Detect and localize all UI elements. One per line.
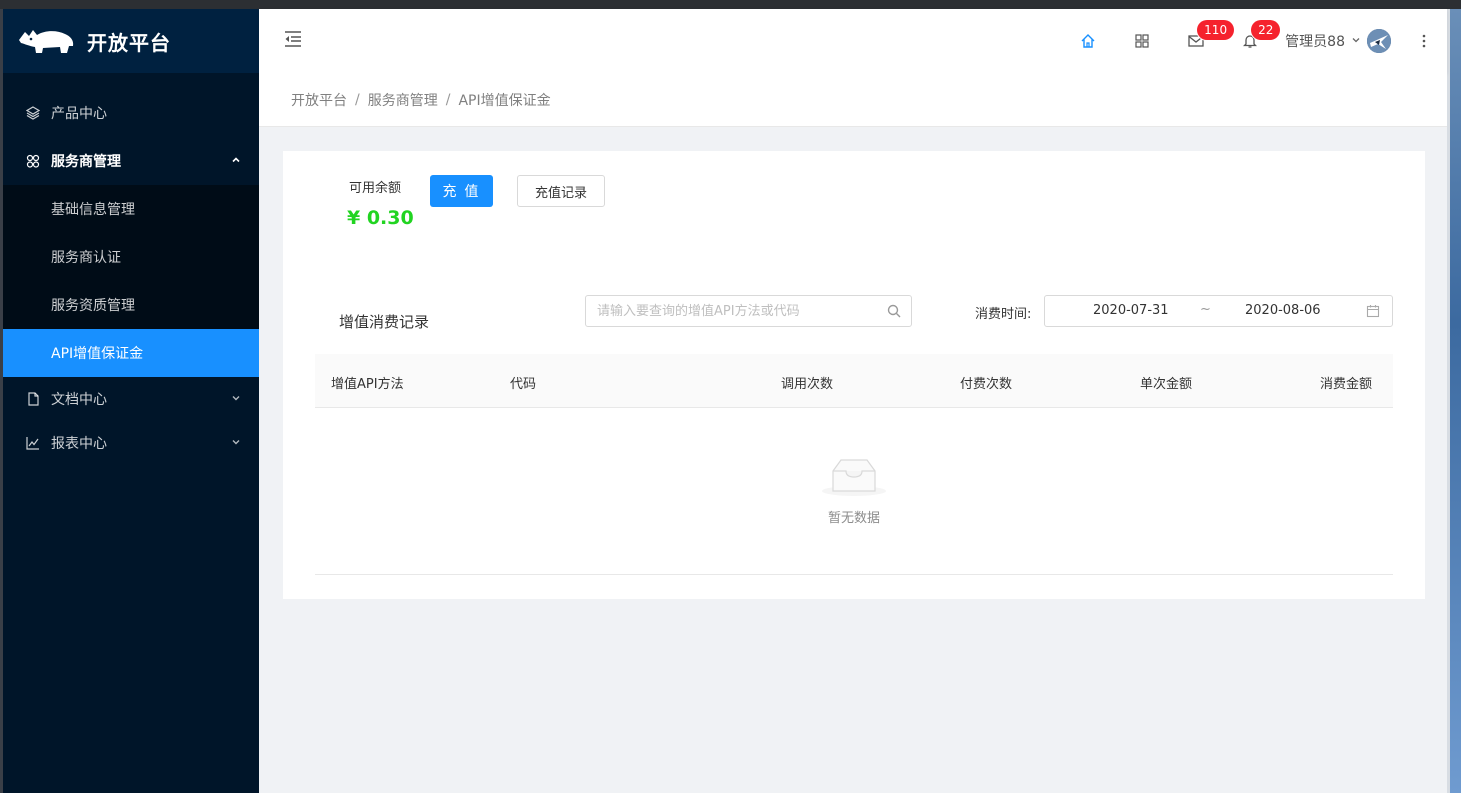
- notification-button[interactable]: 22: [1223, 9, 1281, 73]
- column-header-code: 代码: [510, 377, 537, 392]
- top-header: 110 22 管理员88: [259, 9, 1447, 73]
- sidebar-item-qualification[interactable]: 服务资质管理: [3, 281, 259, 329]
- balance-value: ¥ 0.30: [347, 207, 414, 229]
- apps-button[interactable]: [1115, 9, 1169, 73]
- recharge-records-button[interactable]: 充值记录: [517, 175, 605, 207]
- breadcrumb: 开放平台 / 服务商管理 / API增值保证金: [259, 73, 1447, 127]
- main-content: 开放平台 / 服务商管理 / API增值保证金 可用余额 ¥ 0.30 充 值 …: [259, 73, 1447, 793]
- sidebar-item-label: 产品中心: [51, 106, 107, 122]
- column-header-api-method: 增值API方法: [331, 377, 404, 392]
- sidebar-item-provider-management[interactable]: 服务商管理: [3, 137, 259, 185]
- provider-submenu: 基础信息管理 服务商认证 服务资质管理 API增值保证金: [3, 185, 259, 377]
- sidebar-item-doc-center[interactable]: 文档中心: [3, 377, 259, 421]
- date-separator: ~: [1200, 302, 1211, 317]
- header-actions: 110 22 管理员88: [1061, 9, 1447, 73]
- section-title: 增值消费记录: [339, 313, 430, 331]
- layers-icon: [25, 105, 41, 121]
- app-title: 开放平台: [87, 30, 171, 55]
- sidebar-item-label: 文档中心: [51, 392, 107, 408]
- bell-badge: 22: [1251, 20, 1281, 40]
- logo[interactable]: 开放平台: [3, 9, 259, 73]
- search-input[interactable]: [597, 296, 877, 326]
- sidebar-item-basic-info[interactable]: 基础信息管理: [3, 185, 259, 233]
- empty-text: 暂无数据: [827, 511, 880, 526]
- search-icon[interactable]: [887, 304, 901, 322]
- user-dropdown[interactable]: 管理员88: [1277, 9, 1401, 73]
- breadcrumb-item-current: API增值保证金: [458, 92, 551, 109]
- window-top-strip: [0, 0, 1461, 9]
- sidebar-item-product-center[interactable]: 产品中心: [3, 89, 259, 137]
- column-header-unit-amount: 单次金额: [1140, 377, 1193, 392]
- sidebar-item-label: 报表中心: [51, 436, 107, 452]
- home-button[interactable]: [1061, 9, 1115, 73]
- breadcrumb-item-provider[interactable]: 服务商管理: [368, 90, 438, 110]
- empty-inbox-icon: [822, 459, 886, 496]
- chevron-down-icon: [1351, 33, 1361, 49]
- date-start[interactable]: 2020-07-31: [1093, 303, 1169, 318]
- chevron-down-icon: [231, 435, 241, 451]
- deposit-card: 可用余额 ¥ 0.30 充 值 充值记录 增值消费记录 消费时间: 2020-0…: [283, 151, 1425, 599]
- table-header: 增值API方法 代码 调用次数 付费次数 单次金额 消费金额: [315, 354, 1393, 408]
- sidebar-item-label: 服务资质管理: [51, 298, 135, 314]
- search-box: [585, 295, 912, 327]
- recharge-button[interactable]: 充 值: [430, 175, 493, 207]
- more-vertical-icon: [1422, 34, 1426, 48]
- menu-fold-icon[interactable]: [283, 29, 303, 49]
- sidebar-item-label: 服务商管理: [51, 154, 121, 170]
- column-header-total-amount: 消费金额: [1320, 377, 1373, 392]
- sidebar-item-label: API增值保证金: [51, 346, 144, 362]
- avatar[interactable]: [1367, 29, 1391, 53]
- balance-label: 可用余额: [349, 181, 402, 196]
- date-range-picker[interactable]: 2020-07-31 ~ 2020-08-06: [1044, 295, 1393, 327]
- sidebar-item-provider-cert[interactable]: 服务商认证: [3, 233, 259, 281]
- line-chart-icon: [25, 435, 41, 451]
- side-menu: 产品中心 服务商管理 基础信息管理 服务商认证 服务资质管理 API增值保证金 …: [3, 73, 259, 465]
- user-name: 管理员88: [1285, 34, 1345, 50]
- sidebar-item-api-deposit[interactable]: API增值保证金: [3, 329, 259, 377]
- window-right-edge: [1447, 9, 1461, 793]
- sidebar-item-label: 基础信息管理: [51, 202, 135, 218]
- sidebar: 开放平台 产品中心 服务商管理 基础信息管理 服务商认证 服务资质管理 API增…: [3, 9, 259, 793]
- empty-state: 暂无数据: [315, 409, 1393, 575]
- calendar-icon: [1366, 304, 1380, 322]
- column-header-call-count: 调用次数: [781, 377, 834, 392]
- sidebar-item-report-center[interactable]: 报表中心: [3, 421, 259, 465]
- file-icon: [25, 391, 41, 407]
- home-icon: [1081, 34, 1095, 48]
- breadcrumb-separator: /: [355, 91, 360, 108]
- date-label: 消费时间:: [975, 307, 1032, 322]
- breadcrumb-item-home[interactable]: 开放平台: [291, 90, 347, 110]
- sidebar-item-label: 服务商认证: [51, 250, 121, 266]
- more-button[interactable]: [1401, 9, 1447, 73]
- chevron-down-icon: [231, 391, 241, 407]
- column-header-paid-count: 付费次数: [960, 377, 1013, 392]
- date-end[interactable]: 2020-08-06: [1245, 303, 1321, 318]
- appstore-icon: [1135, 34, 1149, 48]
- chevron-up-icon: [231, 153, 241, 169]
- mail-button[interactable]: 110: [1169, 9, 1235, 73]
- breadcrumb-separator: /: [445, 91, 451, 108]
- team-icon: [25, 153, 41, 169]
- rhino-logo-icon: [19, 30, 74, 53]
